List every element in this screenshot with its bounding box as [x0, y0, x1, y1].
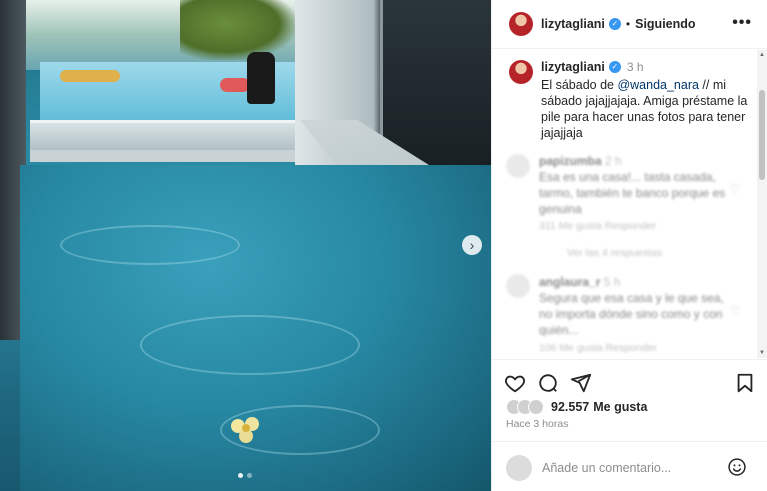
view-replies-link[interactable]: Ver las 4 respuestas	[567, 247, 662, 259]
caption-text: El sábado de @wanda_nara // mi sábado ja…	[541, 77, 753, 141]
comment-text: Esa es una casa!... tasta casada, tarmo,…	[539, 170, 726, 216]
author-avatar[interactable]	[509, 12, 533, 36]
background-trees	[180, 0, 295, 60]
comment-meta[interactable]: 106 Me gusta Responder	[539, 342, 657, 354]
likes-label[interactable]: Me gusta	[593, 400, 647, 414]
following-button[interactable]: Siguiendo	[635, 17, 695, 31]
comment-meta[interactable]: 311 Me gusta Responder	[539, 220, 656, 232]
verified-icon: ✓	[608, 61, 621, 73]
caption-username[interactable]: lizytagliani	[541, 60, 605, 74]
water-ripple	[60, 225, 240, 265]
scroll-thumb[interactable]	[759, 90, 765, 180]
liker-avatar	[528, 399, 544, 415]
commenter-username[interactable]: anglaura_r 5 h	[539, 274, 739, 290]
post-media[interactable]: ›	[0, 0, 491, 491]
carousel-dot	[247, 473, 252, 478]
current-user-avatar	[506, 455, 532, 481]
verified-icon: ✓	[608, 18, 621, 30]
commenter-name[interactable]: anglaura_r	[539, 275, 600, 289]
emoji-icon[interactable]	[727, 457, 747, 477]
comment-time: 2 h	[605, 154, 622, 168]
post-timestamp: Hace 3 horas	[506, 418, 569, 430]
comments-section[interactable]: lizytagliani ✓ 3 h El sábado de @wanda_n…	[492, 50, 767, 358]
likes-count[interactable]: 92.557	[551, 400, 589, 414]
liker-avatars	[506, 399, 544, 415]
heart-icon[interactable]	[504, 372, 526, 394]
caption-header: lizytagliani ✓ 3 h	[541, 60, 644, 74]
caption-avatar[interactable]	[509, 60, 533, 84]
water-ripple	[140, 315, 360, 375]
commenter-username[interactable]: papizumba 2 h	[539, 153, 739, 169]
comment-input[interactable]	[542, 458, 722, 478]
commenter-name[interactable]: papizumba	[539, 154, 602, 168]
pool-step	[30, 150, 305, 162]
carousel-dot-active	[238, 473, 243, 478]
pool-float-red	[220, 78, 250, 92]
share-icon[interactable]	[570, 372, 592, 394]
scroll-up-icon[interactable]: ▲	[759, 52, 765, 58]
comment-text: Segura que esa casa y le que sea, no imp…	[539, 291, 724, 337]
pool-float	[60, 70, 120, 82]
comment-icon[interactable]	[537, 372, 559, 394]
comments-scrollbar[interactable]: ▲ ▼	[757, 50, 767, 358]
caption-time: 3 h	[626, 60, 644, 74]
comment-like-icon[interactable]: ♡	[730, 182, 741, 196]
comment-time: 5 h	[603, 275, 621, 289]
scroll-down-icon[interactable]: ▼	[759, 350, 765, 356]
add-comment-bar	[492, 441, 767, 491]
flower-float-icon	[231, 417, 259, 443]
carousel-dots	[238, 473, 252, 478]
header-separator: •	[625, 17, 631, 31]
post-header: lizytagliani ✓ • Siguiendo •••	[492, 0, 767, 49]
likes-row[interactable]: 92.557 Me gusta	[506, 399, 647, 415]
carousel-next-button[interactable]: ›	[462, 235, 482, 255]
commenter-avatar[interactable]	[506, 154, 530, 178]
caption-text-start: El sábado de	[541, 78, 618, 92]
post-sidebar: lizytagliani ✓ • Siguiendo ••• lizytagli…	[491, 0, 767, 491]
commenter-avatar[interactable]	[506, 274, 530, 298]
comment-like-icon[interactable]: ♡	[730, 304, 741, 318]
caption-mention-link[interactable]: @wanda_nara	[617, 78, 699, 92]
person-silhouette	[247, 52, 275, 104]
author-username[interactable]: lizytagliani	[541, 17, 605, 31]
more-icon[interactable]: •••	[732, 14, 752, 32]
post-actions	[492, 359, 767, 403]
bookmark-icon[interactable]	[734, 372, 756, 394]
